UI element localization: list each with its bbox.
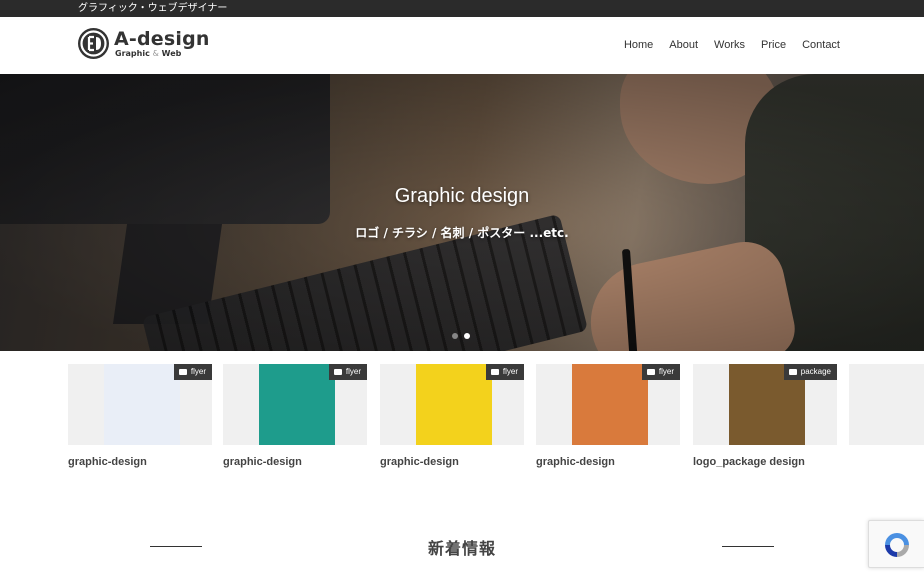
work-card[interactable]: flyer graphic-design <box>536 364 680 468</box>
site-logo[interactable]: A-design Graphic & Web <box>78 28 210 59</box>
work-label[interactable]: logo_package design <box>693 456 837 468</box>
category-badge[interactable]: flyer <box>641 364 680 380</box>
category-badge[interactable]: flyer <box>173 364 212 380</box>
category-badge[interactable]: flyer <box>485 364 524 380</box>
hero-slider[interactable]: Graphic design ロゴ / チラシ / 名刺 / ポスター ...e… <box>0 74 924 351</box>
folder-icon <box>646 368 655 375</box>
hero-subtitle: ロゴ / チラシ / 名刺 / ポスター ...etc. <box>355 226 569 240</box>
work-thumbnail[interactable]: flyer <box>536 364 680 445</box>
nav-contact[interactable]: Contact <box>802 39 840 51</box>
nav-works[interactable]: Works <box>714 39 745 51</box>
work-label[interactable]: graphic-design <box>68 456 212 468</box>
folder-icon <box>490 368 499 375</box>
news-title: 新着情報 <box>427 539 496 558</box>
work-card-partial[interactable] <box>849 364 924 445</box>
slider-dots <box>452 333 470 339</box>
work-card[interactable]: flyer graphic-design <box>68 364 212 468</box>
slider-dot-2[interactable] <box>464 333 470 339</box>
work-card[interactable]: flyer graphic-design <box>223 364 367 468</box>
work-card[interactable]: flyer graphic-design <box>380 364 524 468</box>
tagline: グラフィック・ウェブデザイナー <box>78 3 228 14</box>
work-image <box>572 364 648 445</box>
heading-rule-right <box>722 546 774 547</box>
news-section-heading: 新着情報 <box>0 530 924 560</box>
work-card[interactable]: package logo_package design <box>693 364 837 468</box>
folder-icon <box>788 368 797 375</box>
category-badge[interactable]: flyer <box>328 364 367 380</box>
hero-title: Graphic design <box>394 185 530 207</box>
recaptcha-icon <box>885 533 909 557</box>
work-thumbnail[interactable]: flyer <box>380 364 524 445</box>
slider-dot-1[interactable] <box>452 333 458 339</box>
work-thumbnail[interactable]: flyer <box>68 364 212 445</box>
work-label[interactable]: graphic-design <box>223 456 367 468</box>
nav-price[interactable]: Price <box>761 39 786 51</box>
site-header: A-design Graphic & Web Home About Works … <box>0 17 924 74</box>
work-thumbnail[interactable]: flyer <box>223 364 367 445</box>
nav-home[interactable]: Home <box>624 39 653 51</box>
category-badge[interactable]: package <box>783 364 837 380</box>
folder-icon <box>178 368 187 375</box>
work-image <box>104 364 180 445</box>
work-image <box>416 364 492 445</box>
logo-subtitle: Graphic & Web <box>115 48 182 58</box>
logo-mark-icon <box>78 28 109 59</box>
recaptcha-badge[interactable] <box>868 520 924 568</box>
work-thumbnail[interactable]: package <box>693 364 837 445</box>
work-label[interactable]: graphic-design <box>380 456 524 468</box>
work-label[interactable]: graphic-design <box>536 456 680 468</box>
nav-about[interactable]: About <box>669 39 698 51</box>
top-tagline-bar: グラフィック・ウェブデザイナー <box>0 0 924 17</box>
main-nav: Home About Works Price Contact <box>624 39 840 51</box>
works-carousel[interactable]: flyer graphic-design flyer graphic-design fl… <box>0 351 924 481</box>
logo-name: A-design <box>114 27 210 50</box>
work-image <box>259 364 335 445</box>
folder-icon <box>333 368 342 375</box>
